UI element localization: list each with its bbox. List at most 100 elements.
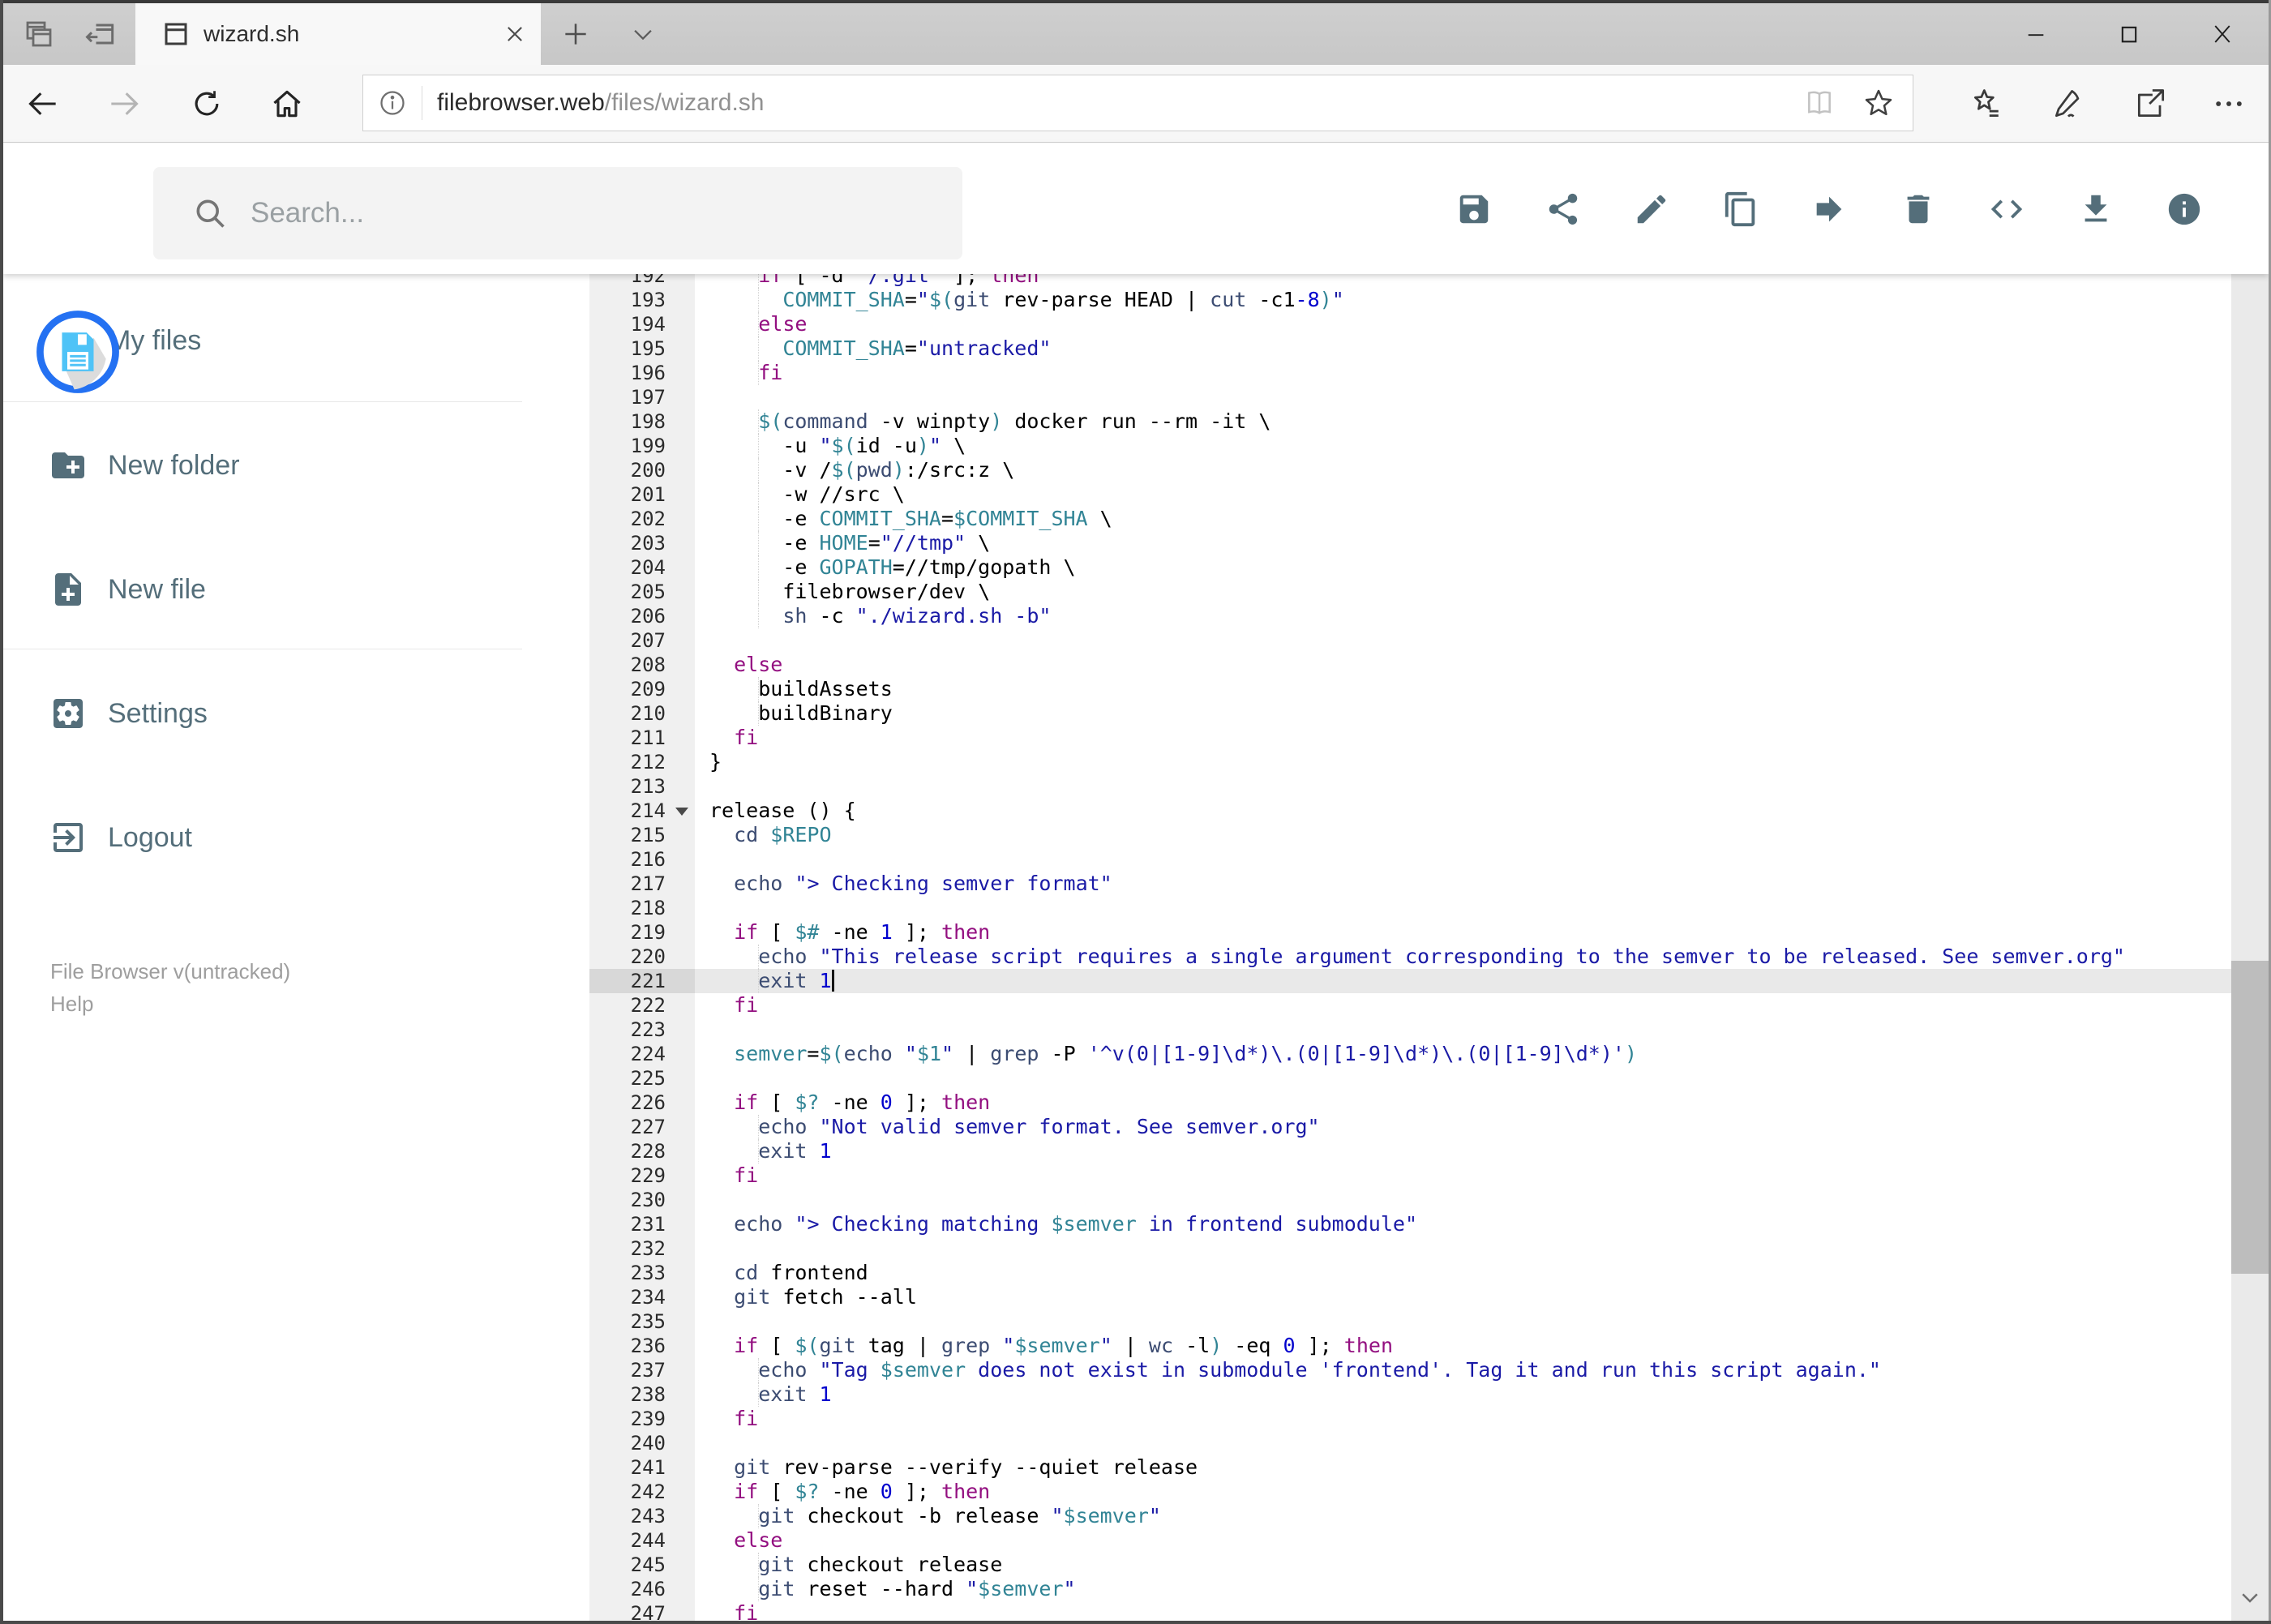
copy-button[interactable] bbox=[1700, 161, 1781, 258]
sidebar-item-new-folder[interactable]: New folder bbox=[3, 405, 589, 526]
code-line[interactable]: echo "Tag $semver does not exist in subm… bbox=[695, 1358, 2231, 1382]
close-button[interactable] bbox=[2175, 3, 2269, 65]
scroll-down-icon[interactable] bbox=[2231, 1585, 2269, 1609]
code-line[interactable]: git rev-parse --verify --quiet release bbox=[695, 1455, 2231, 1480]
filebrowser-logo[interactable] bbox=[36, 310, 120, 394]
home-button[interactable] bbox=[261, 78, 313, 130]
code-line[interactable] bbox=[695, 847, 2231, 872]
code-line[interactable]: -e COMMIT_SHA=$COMMIT_SHA \ bbox=[695, 507, 2231, 531]
info-button[interactable] bbox=[2144, 161, 2225, 258]
code-line[interactable]: fi bbox=[695, 993, 2231, 1018]
code-line[interactable]: release () { bbox=[695, 799, 2231, 823]
download-button[interactable] bbox=[2055, 161, 2136, 258]
scrollbar-thumb[interactable] bbox=[2231, 961, 2269, 1274]
code-line[interactable]: if [ $? -ne 0 ]; then bbox=[695, 1480, 2231, 1504]
code-line[interactable]: if [ $? -ne 0 ]; then bbox=[695, 1091, 2231, 1115]
code-line[interactable]: else bbox=[695, 312, 2231, 336]
code-line[interactable] bbox=[695, 628, 2231, 653]
refresh-button[interactable] bbox=[181, 78, 233, 130]
tab-list-dropdown-button[interactable] bbox=[615, 3, 671, 65]
share-button[interactable] bbox=[1523, 161, 1604, 258]
code-line[interactable]: -u "$(id -u)" \ bbox=[695, 434, 2231, 458]
share-page-button[interactable] bbox=[2121, 76, 2181, 131]
code-line[interactable]: fi bbox=[695, 1407, 2231, 1431]
code-line[interactable]: if [ -d "/.git" ]; then bbox=[695, 274, 2231, 288]
rename-button[interactable] bbox=[1611, 161, 1692, 258]
code-line[interactable]: else bbox=[695, 653, 2231, 677]
set-tabs-aside-button[interactable] bbox=[75, 3, 126, 65]
code-line[interactable]: exit 1 bbox=[695, 1139, 2231, 1163]
back-button[interactable] bbox=[18, 78, 70, 130]
favorites-hub-button[interactable] bbox=[1957, 76, 2017, 131]
code-line[interactable]: git reset --hard "$semver" bbox=[695, 1577, 2231, 1601]
code-line[interactable]: -v /$(pwd):/src:z \ bbox=[695, 458, 2231, 482]
code-line[interactable]: exit 1 bbox=[695, 969, 2231, 993]
move-button[interactable] bbox=[1789, 161, 1870, 258]
minimize-button[interactable] bbox=[1989, 3, 2082, 65]
code-line[interactable]: sh -c "./wizard.sh -b" bbox=[695, 604, 2231, 628]
new-tab-button[interactable] bbox=[550, 3, 602, 65]
page-scrollbar[interactable] bbox=[2231, 144, 2269, 1621]
code-line[interactable]: -e GOPATH=//tmp/gopath \ bbox=[695, 555, 2231, 580]
code-line[interactable]: echo "> Checking matching $semver in fro… bbox=[695, 1212, 2231, 1236]
code-line[interactable]: filebrowser/dev \ bbox=[695, 580, 2231, 604]
code-line[interactable]: -w //src \ bbox=[695, 482, 2231, 507]
code-line[interactable]: fi bbox=[695, 1601, 2231, 1621]
code-line[interactable] bbox=[695, 1066, 2231, 1091]
save-button[interactable] bbox=[1433, 161, 1515, 258]
maximize-button[interactable] bbox=[2082, 3, 2175, 65]
code-line[interactable] bbox=[695, 385, 2231, 409]
code-line[interactable]: COMMIT_SHA="untracked" bbox=[695, 336, 2231, 361]
code-line[interactable]: -e HOME="//tmp" \ bbox=[695, 531, 2231, 555]
code-line[interactable]: exit 1 bbox=[695, 1382, 2231, 1407]
code-line[interactable]: semver=$(echo "$1" | grep -P '^v(0|[1-9]… bbox=[695, 1042, 2231, 1066]
code-line[interactable]: cd frontend bbox=[695, 1261, 2231, 1285]
forward-button[interactable] bbox=[97, 78, 149, 130]
code-line[interactable]: git checkout -b release "$semver" bbox=[695, 1504, 2231, 1528]
code-line[interactable]: git checkout release bbox=[695, 1553, 2231, 1577]
code-editor[interactable]: 192 193 194 195 196 197 198 199 200 201 202 203 204 2… bbox=[589, 274, 2231, 1621]
code-line[interactable]: COMMIT_SHA="$(git rev-parse HEAD | cut -… bbox=[695, 288, 2231, 312]
delete-button[interactable] bbox=[1878, 161, 1959, 258]
code-line[interactable]: buildAssets bbox=[695, 677, 2231, 701]
code-line[interactable] bbox=[695, 1188, 2231, 1212]
code-view-button[interactable] bbox=[1966, 161, 2047, 258]
code-line[interactable]: git fetch --all bbox=[695, 1285, 2231, 1309]
code-line[interactable] bbox=[695, 1236, 2231, 1261]
code-line[interactable]: fi bbox=[695, 361, 2231, 385]
address-bar[interactable]: filebrowser.web/files/wizard.sh bbox=[362, 75, 1913, 131]
code-area[interactable]: if [ -d "/.git" ]; then COMMIT_SHA="$(gi… bbox=[695, 274, 2231, 1621]
more-actions-button[interactable] bbox=[2199, 76, 2259, 131]
sidebar-item-logout[interactable]: Logout bbox=[3, 777, 589, 898]
reading-view-icon[interactable] bbox=[1804, 88, 1835, 118]
code-line[interactable]: fi bbox=[695, 1163, 2231, 1188]
search-input[interactable]: Search... bbox=[153, 167, 962, 259]
code-line[interactable]: echo "Not valid semver format. See semve… bbox=[695, 1115, 2231, 1139]
code-line[interactable]: if [ $(git tag | grep "$semver" | wc -l)… bbox=[695, 1334, 2231, 1358]
tab-close-icon[interactable] bbox=[503, 23, 526, 45]
tab-preview-button[interactable] bbox=[13, 3, 65, 65]
code-line[interactable] bbox=[695, 774, 2231, 799]
code-line[interactable]: if [ $# -ne 1 ]; then bbox=[695, 920, 2231, 945]
code-line[interactable] bbox=[695, 1431, 2231, 1455]
url-text[interactable]: filebrowser.web/files/wizard.sh bbox=[437, 89, 765, 117]
browser-tab[interactable]: wizard.sh bbox=[135, 3, 541, 65]
site-info-icon[interactable] bbox=[363, 88, 422, 118]
code-line[interactable]: $(command -v winpty) docker run --rm -it… bbox=[695, 409, 2231, 434]
help-link[interactable]: Help bbox=[50, 988, 290, 1020]
code-line[interactable]: echo "> Checking semver format" bbox=[695, 872, 2231, 896]
code-line[interactable] bbox=[695, 1018, 2231, 1042]
code-line[interactable]: } bbox=[695, 750, 2231, 774]
fold-arrow-icon[interactable] bbox=[675, 808, 688, 816]
sidebar-item-settings[interactable]: Settings bbox=[3, 653, 589, 774]
code-line[interactable]: fi bbox=[695, 726, 2231, 750]
code-line[interactable] bbox=[695, 896, 2231, 920]
code-line[interactable] bbox=[695, 1309, 2231, 1334]
add-favorite-star-icon[interactable] bbox=[1862, 87, 1895, 119]
sidebar-item-new-file[interactable]: New file bbox=[3, 529, 589, 650]
code-line[interactable]: else bbox=[695, 1528, 2231, 1553]
web-notes-pen-button[interactable] bbox=[2038, 76, 2098, 131]
code-line[interactable]: cd $REPO bbox=[695, 823, 2231, 847]
code-line[interactable]: buildBinary bbox=[695, 701, 2231, 726]
code-line[interactable]: echo "This release script requires a sin… bbox=[695, 945, 2231, 969]
